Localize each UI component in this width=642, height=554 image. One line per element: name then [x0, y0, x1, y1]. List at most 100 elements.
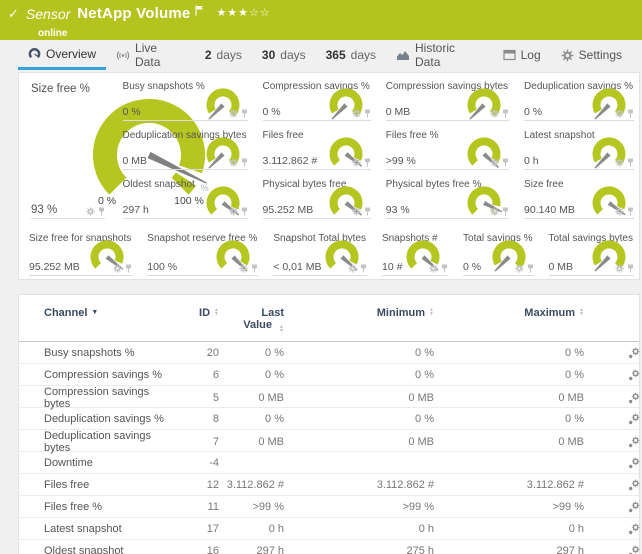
column-header-maximum[interactable]: Maximum ▲▼ — [434, 307, 584, 319]
gauge-value: 90.140 MB — [524, 204, 575, 216]
table-row[interactable]: Files free 12 3.112.862 # 3.112.862 # 3.… — [19, 474, 639, 496]
gear-icon[interactable] — [615, 158, 624, 167]
column-header-channel[interactable]: Channel ▼ — [19, 307, 174, 319]
pin-icon[interactable] — [125, 264, 132, 273]
column-header-minimum[interactable]: Minimum ▲▼ — [284, 307, 434, 319]
table-row[interactable]: Busy snapshots % 20 0 % 0 % 0 % — [19, 342, 639, 364]
pin-icon[interactable] — [627, 207, 634, 216]
column-header-id[interactable]: ID ▲▼ — [174, 307, 219, 319]
pin-icon[interactable] — [527, 264, 534, 273]
tab-label: days — [351, 48, 376, 62]
pin-icon[interactable] — [360, 264, 367, 273]
gear-icon[interactable] — [239, 264, 248, 273]
channel-name: Deduplication savings % — [19, 413, 174, 425]
gauge-value: 0 % — [263, 106, 281, 118]
channel-maximum: 0 MB — [434, 392, 584, 404]
channel-id: 17 — [174, 523, 219, 535]
gauge-tile: Snapshot Total bytes < 0,01 MB — [263, 227, 372, 279]
channel-last-value: 0 % — [219, 369, 284, 381]
tab-overview[interactable]: Overview — [18, 40, 106, 70]
tab-log[interactable]: Log — [493, 40, 551, 70]
table-row[interactable]: Deduplication savings bytes 7 0 MB 0 MB … — [19, 430, 639, 452]
gear-icon[interactable] — [490, 158, 499, 167]
gauge-value: 3.112.862 # — [263, 155, 318, 167]
priority-stars[interactable]: ★★★☆☆ — [216, 6, 270, 19]
channel-settings-icon[interactable] — [628, 479, 640, 491]
gear-icon[interactable] — [490, 207, 499, 216]
channel-name: Compression savings % — [19, 369, 174, 381]
pin-icon[interactable] — [251, 264, 258, 273]
pin-icon[interactable] — [364, 158, 371, 167]
channel-maximum: 3.112.862 # — [434, 479, 584, 491]
column-header-last-value[interactable]: Last Value ▲▼ — [219, 307, 284, 333]
tab-historic-data[interactable]: Historic Data — [386, 40, 493, 70]
channel-settings-icon[interactable] — [628, 545, 640, 554]
gear-icon[interactable] — [229, 158, 238, 167]
gauge-tile: Size free for snapshots 95.252 MB — [19, 227, 137, 279]
table-row[interactable]: Downtime -4 — [19, 452, 639, 474]
tab-label: days — [217, 48, 242, 62]
live-data-icon — [116, 49, 130, 62]
pin-icon[interactable] — [241, 109, 248, 118]
channel-settings-icon[interactable] — [628, 392, 640, 404]
channel-settings-icon[interactable] — [628, 457, 640, 469]
gear-icon[interactable] — [515, 264, 524, 273]
tab-2-days[interactable]: 2 days — [195, 40, 252, 70]
flag-icon[interactable] — [195, 5, 204, 16]
table-row[interactable]: Compression savings % 6 0 % 0 % 0 % — [19, 364, 639, 386]
channel-settings-icon[interactable] — [628, 413, 640, 425]
gear-icon[interactable] — [429, 264, 438, 273]
tab-30-days[interactable]: 30 days — [252, 40, 316, 70]
channel-settings-icon[interactable] — [628, 369, 640, 381]
historic-data-icon — [396, 49, 410, 62]
gear-icon[interactable] — [113, 264, 122, 273]
gear-icon[interactable] — [352, 158, 361, 167]
table-row[interactable]: Oldest snapshot 16 297 h 275 h 297 h — [19, 540, 639, 554]
tab-live-data[interactable]: Live Data — [106, 40, 195, 70]
pin-icon[interactable] — [627, 158, 634, 167]
gauge-tile: Snapshot reserve free % 100 % — [137, 227, 263, 279]
gear-icon[interactable] — [352, 207, 361, 216]
channel-id: 5 — [174, 392, 219, 404]
pin-icon[interactable] — [502, 158, 509, 167]
gauge-value: 100 % — [147, 261, 177, 273]
tab-settings[interactable]: Settings — [551, 40, 632, 70]
gear-icon[interactable] — [490, 109, 499, 118]
gear-icon[interactable] — [86, 207, 95, 216]
pin-icon[interactable] — [364, 109, 371, 118]
gear-icon[interactable] — [615, 264, 624, 273]
channel-settings-icon[interactable] — [628, 523, 640, 535]
pin-icon[interactable] — [627, 109, 634, 118]
pin-icon[interactable] — [502, 207, 509, 216]
gauge-value: 297 h — [123, 204, 149, 216]
gauge-tile: Total savings bytes 0 MB — [539, 227, 640, 279]
tab-365-days[interactable]: 365 days — [316, 40, 386, 70]
pin-icon[interactable] — [98, 207, 105, 216]
channel-settings-icon[interactable] — [628, 436, 640, 448]
channel-settings-icon[interactable] — [628, 347, 640, 359]
table-row[interactable]: Files free % 11 >99 % >99 % >99 % — [19, 496, 639, 518]
table-row[interactable]: Deduplication savings % 8 0 % 0 % 0 % — [19, 408, 639, 430]
table-row[interactable]: Compression savings bytes 5 0 MB 0 MB 0 … — [19, 386, 639, 408]
pin-icon[interactable] — [627, 264, 634, 273]
channel-name: Latest snapshot — [19, 523, 174, 535]
pin-icon[interactable] — [502, 109, 509, 118]
table-row[interactable]: Latest snapshot 17 0 h 0 h 0 h — [19, 518, 639, 540]
gear-icon[interactable] — [615, 207, 624, 216]
channel-settings-icon[interactable] — [628, 501, 640, 513]
gauge-tile: Files free % >99 % — [376, 124, 514, 173]
tab-label: Historic Data — [415, 41, 483, 69]
channel-last-value: 297 h — [219, 545, 284, 554]
gear-icon[interactable] — [352, 109, 361, 118]
gear-icon[interactable] — [229, 207, 238, 216]
pin-icon[interactable] — [441, 264, 448, 273]
pin-icon[interactable] — [241, 207, 248, 216]
channel-id: 7 — [174, 436, 219, 448]
tab-label: days — [280, 48, 305, 62]
gear-icon[interactable] — [615, 109, 624, 118]
pin-icon[interactable] — [364, 207, 371, 216]
channel-minimum: 0 % — [284, 347, 434, 359]
gear-icon[interactable] — [348, 264, 357, 273]
pin-icon[interactable] — [241, 158, 248, 167]
gear-icon[interactable] — [229, 109, 238, 118]
